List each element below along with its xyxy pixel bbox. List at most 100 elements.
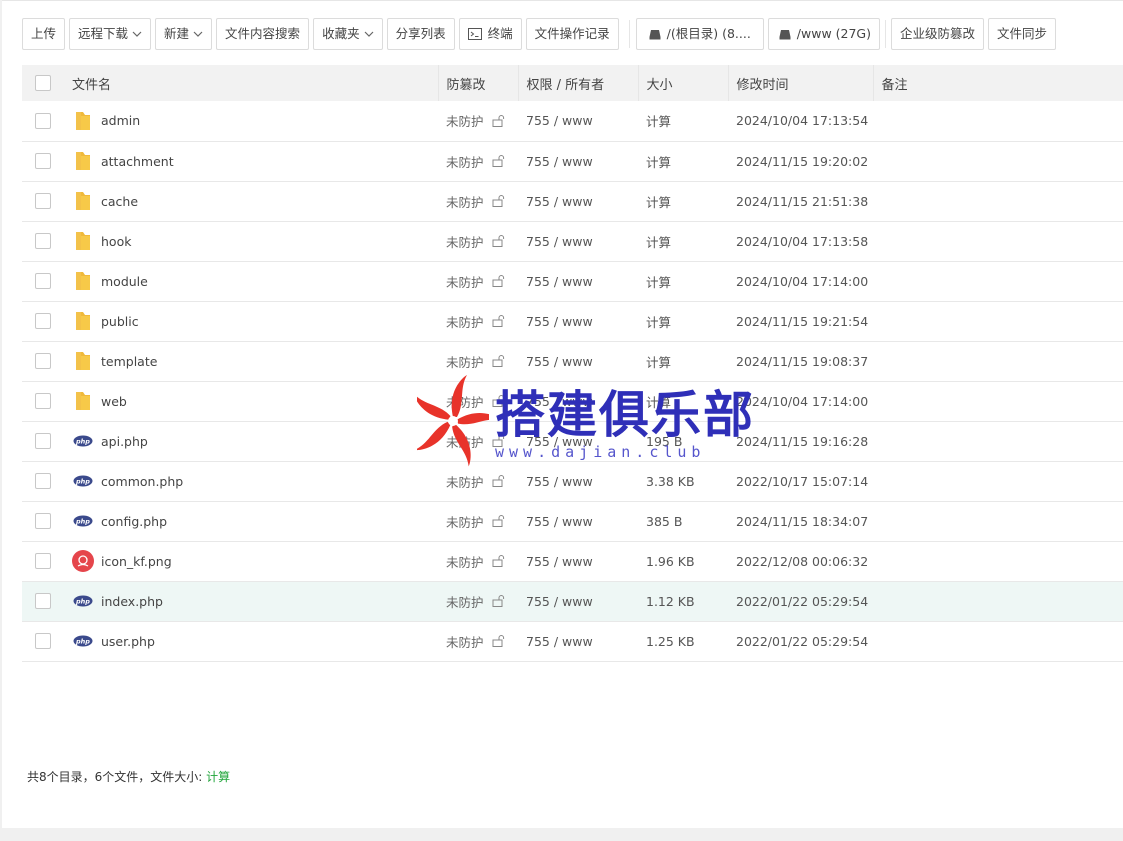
file-name[interactable]: hook <box>101 234 131 249</box>
col-header-tamper[interactable]: 防篡改 <box>438 65 519 101</box>
file-name[interactable]: index.php <box>101 594 163 609</box>
select-all-checkbox[interactable] <box>35 75 51 91</box>
table-row[interactable]: template 未防护 755 / www 计算 2024/11/15 19:08:3… <box>22 341 1123 382</box>
unlock-icon[interactable] <box>492 155 505 167</box>
unlock-icon[interactable] <box>492 595 505 607</box>
row-checkbox[interactable] <box>35 433 51 450</box>
col-header-name[interactable]: 文件名 <box>64 65 439 101</box>
note-cell[interactable] <box>873 141 1123 182</box>
share-list-button[interactable]: 分享列表 <box>386 18 455 50</box>
note-cell[interactable] <box>873 501 1123 542</box>
file-name[interactable]: cache <box>101 194 138 209</box>
perm-cell[interactable]: 755 / www <box>518 301 638 342</box>
row-checkbox[interactable] <box>35 593 51 610</box>
file-name[interactable]: public <box>101 314 139 329</box>
table-row[interactable]: attachment 未防护 755 / www 计算 2024/11/15 19:20… <box>22 141 1123 182</box>
note-cell[interactable] <box>873 181 1123 222</box>
unlock-icon[interactable] <box>492 555 505 567</box>
row-checkbox[interactable] <box>35 193 51 210</box>
terminal-button[interactable]: 终端 <box>458 18 522 50</box>
size-cell[interactable]: 计算 <box>638 181 728 222</box>
content-search-button[interactable]: 文件内容搜索 <box>216 18 310 50</box>
row-checkbox[interactable] <box>35 393 51 410</box>
row-checkbox[interactable] <box>35 153 51 170</box>
col-header-size[interactable]: 大小 <box>638 65 729 101</box>
size-cell[interactable]: 计算 <box>638 341 728 382</box>
size-cell[interactable]: 计算 <box>638 101 728 142</box>
row-checkbox[interactable] <box>35 513 51 530</box>
table-row[interactable]: admin 未防护 755 / www 计算 2024/10/04 17:13:54 <box>22 101 1123 142</box>
size-cell[interactable]: 计算 <box>638 221 728 262</box>
note-cell[interactable] <box>873 541 1123 582</box>
enterprise-tamper-button[interactable]: 企业级防篡改 <box>891 18 985 50</box>
note-cell[interactable] <box>873 261 1123 302</box>
file-name[interactable]: template <box>101 354 157 369</box>
row-checkbox[interactable] <box>35 273 51 290</box>
perm-cell[interactable]: 755 / www <box>518 341 638 382</box>
row-checkbox[interactable] <box>35 113 51 129</box>
unlock-icon[interactable] <box>492 475 505 487</box>
perm-cell[interactable]: 755 / www <box>518 181 638 222</box>
size-cell[interactable]: 计算 <box>638 381 728 422</box>
www-disk-button[interactable]: /www (27G) <box>767 18 880 50</box>
perm-cell[interactable]: 755 / www <box>518 541 638 582</box>
row-checkbox[interactable] <box>35 353 51 370</box>
note-cell[interactable] <box>873 341 1123 382</box>
perm-cell[interactable]: 755 / www <box>518 621 638 662</box>
footer-calc-link[interactable]: 计算 <box>206 770 230 784</box>
unlock-icon[interactable] <box>492 635 505 647</box>
perm-cell[interactable]: 755 / www <box>518 581 638 622</box>
perm-cell[interactable]: 755 / www <box>518 221 638 262</box>
note-cell[interactable] <box>873 101 1123 142</box>
unlock-icon[interactable] <box>492 355 505 367</box>
table-row[interactable]: php common.php 未防护 755 / www 3.38 KB 2022/10/… <box>22 461 1123 502</box>
file-name[interactable]: icon_kf.png <box>101 554 172 569</box>
perm-cell[interactable]: 755 / www <box>518 141 638 182</box>
table-row[interactable]: php config.php 未防护 755 / www 385 B 2024/11/15… <box>22 501 1123 542</box>
file-name[interactable]: api.php <box>101 434 148 449</box>
col-header-perm[interactable]: 权限 / 所有者 <box>518 65 639 101</box>
table-row[interactable]: web 未防护 755 / www 计算 2024/10/04 17:14:00 <box>22 381 1123 422</box>
perm-cell[interactable]: 755 / www <box>518 461 638 502</box>
perm-cell[interactable]: 755 / www <box>518 101 638 142</box>
perm-cell[interactable]: 755 / www <box>518 421 638 462</box>
file-name[interactable]: user.php <box>101 634 155 649</box>
row-checkbox[interactable] <box>35 313 51 330</box>
unlock-icon[interactable] <box>492 235 505 247</box>
file-name[interactable]: admin <box>101 113 140 128</box>
unlock-icon[interactable] <box>492 195 505 207</box>
unlock-icon[interactable] <box>492 395 505 407</box>
col-header-mtime[interactable]: 修改时间 <box>728 65 874 101</box>
note-cell[interactable] <box>873 421 1123 462</box>
table-row[interactable]: php user.php 未防护 755 / www 1.25 KB 2022/01/22… <box>22 621 1123 662</box>
perm-cell[interactable]: 755 / www <box>518 501 638 542</box>
note-cell[interactable] <box>873 581 1123 622</box>
perm-cell[interactable]: 755 / www <box>518 261 638 302</box>
table-row[interactable]: icon_kf.png 未防护 755 / www 1.96 KB 2022/12/08… <box>22 541 1123 582</box>
file-name[interactable]: web <box>101 394 127 409</box>
row-checkbox[interactable] <box>35 633 51 650</box>
perm-cell[interactable]: 755 / www <box>518 381 638 422</box>
row-checkbox[interactable] <box>35 233 51 250</box>
file-name[interactable]: common.php <box>101 474 183 489</box>
table-row[interactable]: public 未防护 755 / www 计算 2024/11/15 19:21:54 <box>22 301 1123 342</box>
unlock-icon[interactable] <box>492 435 505 447</box>
size-cell[interactable]: 计算 <box>638 141 728 182</box>
unlock-icon[interactable] <box>492 275 505 287</box>
remote-download-button[interactable]: 远程下载 <box>69 18 152 50</box>
operation-log-button[interactable]: 文件操作记录 <box>525 18 619 50</box>
new-button[interactable]: 新建 <box>155 18 213 50</box>
table-row[interactable]: cache 未防护 755 / www 计算 2024/11/15 21:51:38 <box>22 181 1123 222</box>
root-disk-button[interactable]: /(根目录) (8.... <box>635 18 764 50</box>
note-cell[interactable] <box>873 221 1123 262</box>
note-cell[interactable] <box>873 381 1123 422</box>
unlock-icon[interactable] <box>492 515 505 527</box>
table-row[interactable]: hook 未防护 755 / www 计算 2024/10/04 17:13:58 <box>22 221 1123 262</box>
size-cell[interactable]: 计算 <box>638 261 728 302</box>
file-sync-button[interactable]: 文件同步 <box>988 18 1057 50</box>
row-checkbox[interactable] <box>35 473 51 490</box>
file-name[interactable]: config.php <box>101 514 167 529</box>
note-cell[interactable] <box>873 621 1123 662</box>
table-row[interactable]: module 未防护 755 / www 计算 2024/10/04 17:14:00 <box>22 261 1123 302</box>
file-name[interactable]: module <box>101 274 148 289</box>
